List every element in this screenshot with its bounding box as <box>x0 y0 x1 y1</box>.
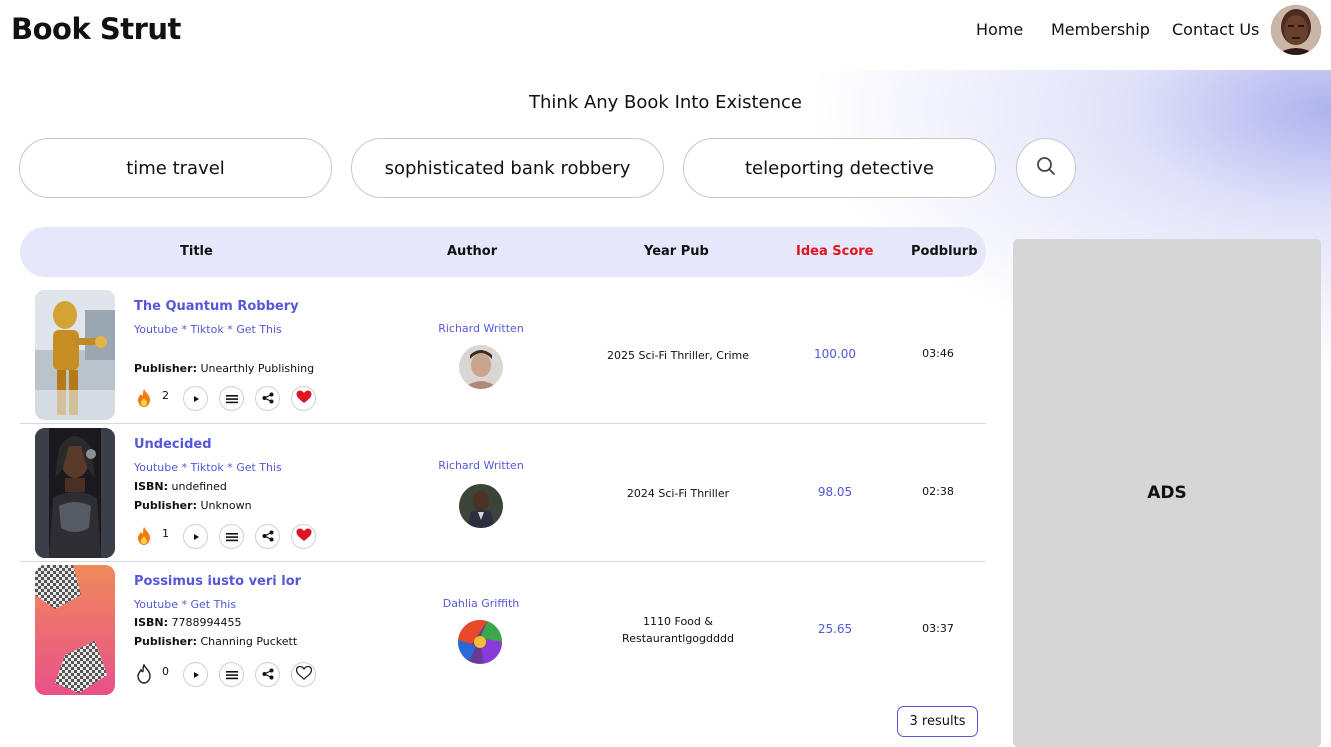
search-button[interactable] <box>1016 138 1076 198</box>
year-genre-line-1: 1110 Food & <box>643 615 713 628</box>
book-title[interactable]: The Quantum Robbery <box>134 299 299 314</box>
idea-score: 25.65 <box>817 622 853 636</box>
like-button[interactable] <box>291 523 316 549</box>
column-year-pub[interactable]: Year Pub <box>644 244 709 259</box>
book-actions: 0 <box>134 661 327 687</box>
play-button[interactable] <box>183 523 208 549</box>
heart-icon <box>296 389 312 408</box>
menu-icon <box>225 389 238 408</box>
publisher-label: Publisher: <box>134 635 197 648</box>
fire-icon[interactable] <box>134 663 154 685</box>
heart-icon <box>295 665 312 684</box>
podblurb-duration[interactable]: 03:46 <box>908 347 968 360</box>
fire-icon[interactable] <box>134 525 154 547</box>
book-cover[interactable] <box>35 290 115 420</box>
ads-panel[interactable]: ADS <box>1013 239 1321 747</box>
share-icon <box>262 389 274 408</box>
isbn-info: ISBN: undefined <box>134 480 227 493</box>
column-title[interactable]: Title <box>180 244 213 259</box>
book-links[interactable]: Youtube * Tiktok * Get This <box>134 323 282 336</box>
share-icon <box>262 527 274 546</box>
publisher-value: Unknown <box>200 499 252 512</box>
fire-count: 2 <box>162 388 169 402</box>
play-icon <box>191 527 201 546</box>
column-idea-score[interactable]: Idea Score <box>796 244 874 259</box>
table-row: The Quantum Robbery Youtube * Tiktok * G… <box>20 287 986 424</box>
book-cover[interactable] <box>35 428 115 558</box>
book-title[interactable]: Undecided <box>134 437 212 452</box>
publisher-label: Publisher: <box>134 499 197 512</box>
podblurb-duration[interactable]: 02:38 <box>908 485 968 498</box>
book-cover[interactable] <box>35 565 115 695</box>
like-button[interactable] <box>291 385 316 411</box>
table-row: Possimus iusto veri lor Youtube * Get Th… <box>20 562 986 699</box>
publisher-value: Unearthly Publishing <box>200 362 315 375</box>
play-icon <box>191 389 201 408</box>
isbn-value: 7788994455 <box>171 616 242 629</box>
book-links[interactable]: Youtube * Get This <box>134 598 236 611</box>
publisher-value: Channing Puckett <box>200 635 298 648</box>
publisher-info: Publisher: Unknown <box>134 499 252 512</box>
author-avatar[interactable] <box>459 484 503 528</box>
menu-icon <box>225 665 238 684</box>
fire-count: 1 <box>162 526 169 540</box>
nav-membership[interactable]: Membership <box>1051 20 1150 39</box>
share-icon <box>262 665 274 684</box>
idea-score: 98.05 <box>817 485 853 499</box>
menu-button[interactable] <box>219 661 244 687</box>
share-button[interactable] <box>255 385 280 411</box>
podblurb-duration[interactable]: 03:37 <box>908 622 968 635</box>
fire-count: 0 <box>162 664 169 678</box>
play-button[interactable] <box>183 661 208 687</box>
share-button[interactable] <box>255 523 280 549</box>
heart-icon <box>296 527 312 546</box>
play-icon <box>191 665 201 684</box>
column-podblurb[interactable]: Podblurb <box>911 244 978 259</box>
prompt-pill-time-travel[interactable]: time travel <box>19 138 332 198</box>
column-author[interactable]: Author <box>447 244 497 259</box>
isbn-value: undefined <box>171 480 227 493</box>
menu-button[interactable] <box>219 385 244 411</box>
author-avatar[interactable] <box>459 345 503 389</box>
author-name[interactable]: Richard Written <box>421 322 541 335</box>
like-button[interactable] <box>291 661 316 687</box>
idea-score: 100.00 <box>814 347 856 361</box>
publisher-info: Publisher: Channing Puckett <box>134 635 297 648</box>
user-avatar[interactable] <box>1271 5 1321 55</box>
nav-home[interactable]: Home <box>976 20 1023 39</box>
menu-button[interactable] <box>219 523 244 549</box>
page-tagline: Think Any Book Into Existence <box>529 92 802 113</box>
book-title[interactable]: Possimus iusto veri lor <box>134 574 301 589</box>
search-icon <box>1035 155 1057 181</box>
prompt-pill-teleporting-detective[interactable]: teleporting detective <box>683 138 996 198</box>
author-name[interactable]: Richard Written <box>421 459 541 472</box>
isbn-label: ISBN: <box>134 616 169 629</box>
book-links[interactable]: Youtube * Tiktok * Get This <box>134 461 282 474</box>
year-genre: 2024 Sci-Fi Thriller <box>626 487 730 500</box>
year-genre: 1110 Food & Restaurantlgogdddd <box>590 613 766 647</box>
publisher-info: Publisher: Unearthly Publishing <box>134 362 314 375</box>
table-row: Undecided Youtube * Tiktok * Get This IS… <box>20 425 986 562</box>
table-header: Title Author Year Pub Idea Score Podblur… <box>20 227 986 277</box>
book-actions: 2 <box>134 385 327 411</box>
results-count-button[interactable]: 3 results <box>897 706 978 737</box>
isbn-label: ISBN: <box>134 480 169 493</box>
nav-contact-us[interactable]: Contact Us <box>1172 20 1259 39</box>
author-avatar[interactable] <box>458 620 502 664</box>
share-button[interactable] <box>255 661 280 687</box>
menu-icon <box>225 527 238 546</box>
year-genre: 2025 Sci-Fi Thriller, Crime <box>606 349 750 362</box>
prompt-pill-bank-robbery[interactable]: sophisticated bank robbery <box>351 138 664 198</box>
brand-logo[interactable]: Book Strut <box>11 12 181 46</box>
year-genre-line-2: Restaurantlgogdddd <box>622 632 734 645</box>
book-actions: 1 <box>134 523 327 549</box>
ads-label: ADS <box>1147 483 1187 503</box>
play-button[interactable] <box>183 385 208 411</box>
isbn-info: ISBN: 7788994455 <box>134 616 242 629</box>
fire-icon[interactable] <box>134 387 154 409</box>
publisher-label: Publisher: <box>134 362 197 375</box>
author-name[interactable]: Dahlia Griffith <box>421 597 541 610</box>
top-header: Book Strut Home Membership Contact Us <box>0 0 1331 62</box>
